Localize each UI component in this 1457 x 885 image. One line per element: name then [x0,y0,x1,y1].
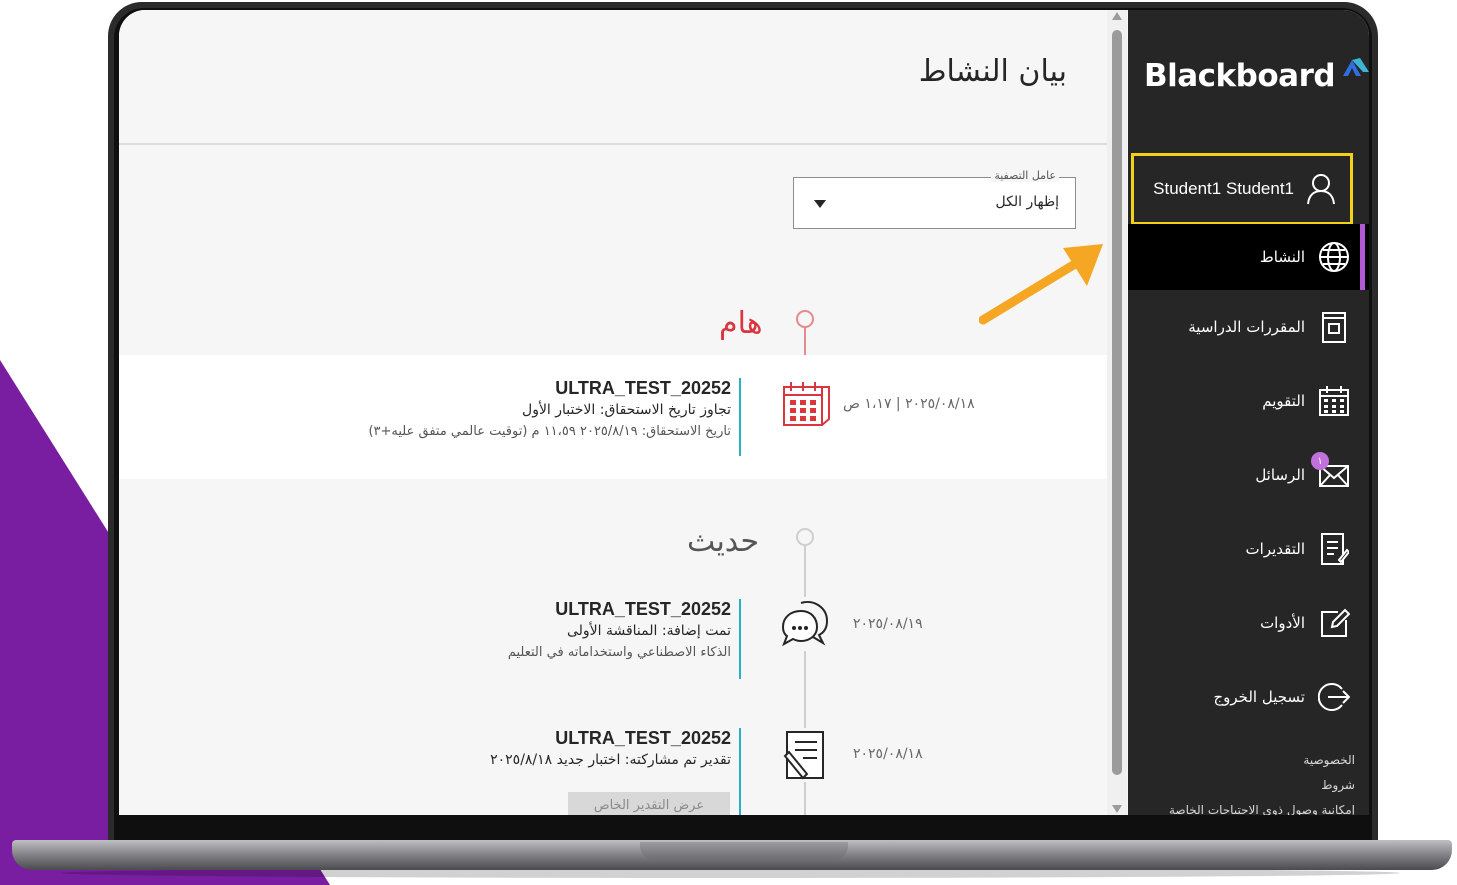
stage: بيان النشاط عامل التصفية إظهار الكل هام [0,0,1457,885]
entry-title[interactable]: تقدير تم مشاركته: اختبار جديد ٢٠٢٥/٨/١٨ [269,752,731,768]
sidebar-item-logout[interactable]: تسجيل الخروج [1128,660,1369,734]
brand-logo[interactable]: Blackboard [1144,58,1336,94]
envelope-icon: ١ [1311,452,1351,492]
entry-date: ٢٠٢٥/٠٨/١٨ [853,746,923,762]
entry-accent-bar [739,378,741,456]
section-important-label: هام [719,306,763,341]
scroll-down-arrow[interactable] [1112,805,1122,813]
entry-due-date: تاريخ الاستحقاق: ٢٠٢٥/٨/١٩ ١١،٥٩ م (توقي… [368,424,731,439]
sidebar: Blackboard Student1 Student1 النشاط المق… [1128,10,1369,815]
filter-select[interactable]: عامل التصفية إظهار الكل [793,169,1076,229]
sidebar-item-activity[interactable]: النشاط [1128,224,1369,290]
entry-accent-bar [739,728,741,815]
entry-course[interactable]: ULTRA_TEST_20252 [269,599,731,620]
entry-accent-bar [739,599,741,679]
section-recent-label: حديث [687,524,760,559]
view-grade-button[interactable]: عرض التقدير الخاص [568,792,730,815]
page-title: بيان النشاط [918,54,1067,89]
sidebar-item-label: الرسائل [1255,466,1305,484]
chevron-down-icon [814,200,826,208]
tools-icon [1317,606,1351,640]
sidebar-footer: الخصوصية شروط إمكانية وصول ذوي الاحتياجا… [1169,748,1355,815]
sidebar-item-tools[interactable]: الأدوات [1128,586,1369,660]
sidebar-item-label: التقديرات [1245,540,1305,558]
scroll-up-arrow[interactable] [1112,12,1122,20]
privacy-link[interactable]: الخصوصية [1169,748,1355,773]
sidebar-item-grades[interactable]: التقديرات [1128,512,1369,586]
entry-title[interactable]: تمت إضافة: المناقشة الأولى [269,623,731,639]
entry-date: ٢٠٢٥/٠٨/١٨ | ١،١٧ ص [843,396,975,412]
grades-icon [1317,532,1351,566]
sidebar-item-calendar[interactable]: التقويم [1128,364,1369,438]
user-icon [1304,172,1338,206]
user-profile-link[interactable]: Student1 Student1 [1131,153,1353,225]
sidebar-item-label: النشاط [1259,248,1305,266]
title-divider [119,143,1107,145]
activity-stream-main: بيان النشاط عامل التصفية إظهار الكل هام [119,10,1107,815]
main-scrollbar[interactable] [1107,10,1127,815]
user-name: Student1 Student1 [1153,179,1294,198]
laptop-notch [640,842,848,860]
terms-link[interactable]: شروط [1169,773,1355,798]
courses-icon [1317,310,1351,344]
sidebar-item-label: تسجيل الخروج [1213,688,1305,706]
entry-title[interactable]: تجاوز تاريخ الاستحقاق: الاختبار الأول [269,402,731,418]
sidebar-item-label: المقررات الدراسية [1188,318,1305,336]
laptop-screen: بيان النشاط عامل التصفية إظهار الكل هام [119,10,1369,815]
scroll-thumb[interactable] [1112,30,1122,775]
calendar-due-icon [779,379,833,433]
calendar-icon [1317,384,1351,418]
accessibility-link[interactable]: إمكانية وصول ذوي الاحتياجات الخاصة [1169,798,1355,815]
sidebar-item-messages[interactable]: الرسائل ١ [1128,438,1369,512]
entry-course[interactable]: ULTRA_TEST_20252 [269,378,731,399]
discussion-icon [779,597,833,651]
globe-icon [1317,240,1351,274]
entry-date: ٢٠٢٥/٠٨/١٩ [853,616,923,632]
messages-badge: ١ [1311,452,1329,470]
annotation-arrow [979,244,1103,325]
timeline-dot-important [796,310,814,328]
sidebar-item-courses[interactable]: المقررات الدراسية [1128,290,1369,364]
sidebar-nav: النشاط المقررات الدراسية التقويم الرسائل… [1128,224,1369,734]
sidebar-item-label: التقويم [1262,392,1305,410]
entry-course[interactable]: ULTRA_TEST_20252 [269,728,731,749]
sidebar-item-label: الأدوات [1260,614,1305,632]
logout-icon [1317,680,1351,714]
brand-logo-mark [1343,58,1369,76]
filter-value: إظهار الكل [995,194,1059,210]
entry-description: الذكاء الاصطناعي واستخداماته في التعليم [507,645,731,660]
graded-test-icon [779,728,833,782]
filter-label: عامل التصفية [991,169,1059,182]
timeline-dot-recent [796,528,814,546]
